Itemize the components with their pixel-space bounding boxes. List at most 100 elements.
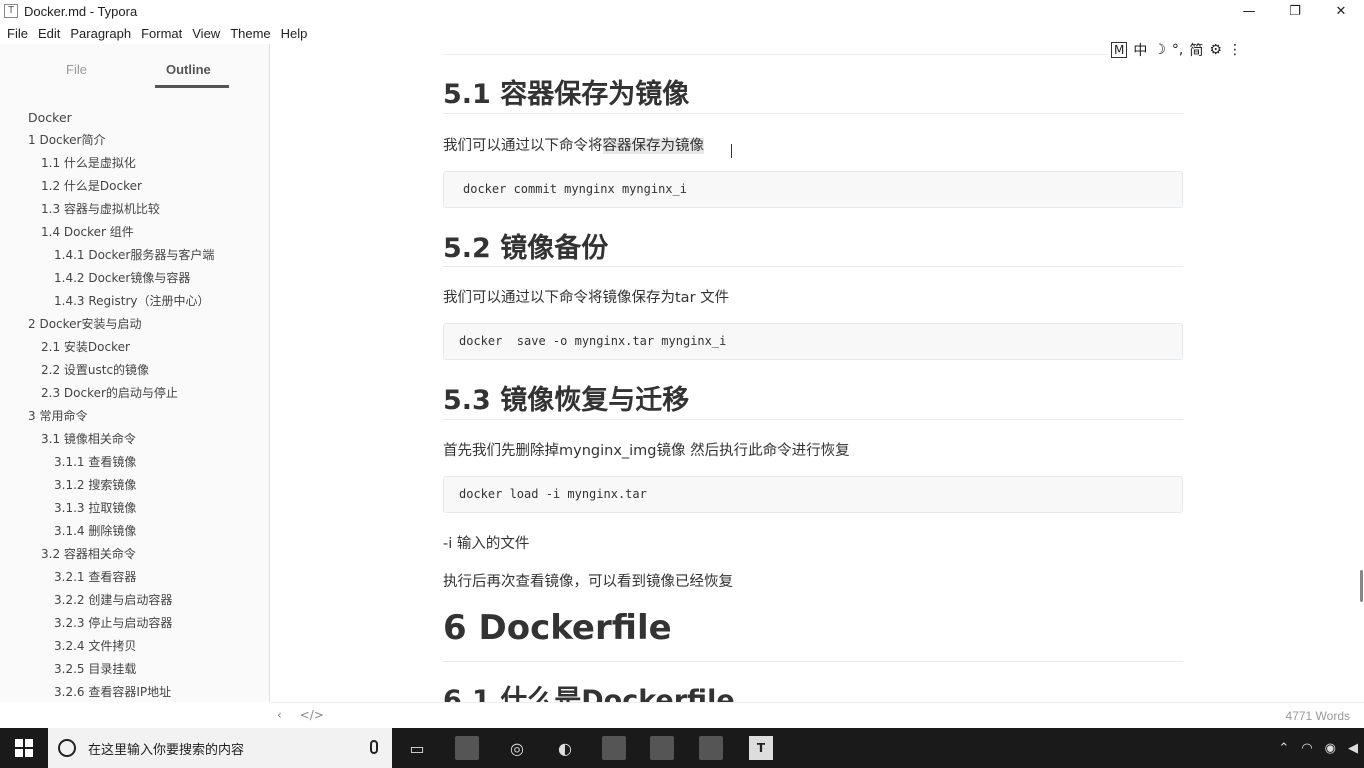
ime-chinese-toggle[interactable]: 中 [1133,40,1147,60]
window-controls: — ❐ ✕ [1226,0,1364,22]
word-count[interactable]: 4771 Words [1286,709,1350,723]
text-cursor [731,144,732,158]
paragraph-text: 我们可以通过以下命令将 [443,138,603,154]
menu-file[interactable]: File [2,26,33,41]
menu-format[interactable]: Format [136,26,187,41]
outline-item[interactable]: 3.2 容器相关命令 [0,543,269,566]
divider [443,54,1183,55]
windows-logo-icon [15,739,33,757]
paragraph-5-2[interactable]: 我们可以通过以下命令将镜像保存为tar 文件 [443,286,729,307]
tab-outline[interactable]: Outline [166,62,211,77]
active-tab-indicator [155,85,229,88]
edge-icon[interactable]: ◐ [553,736,577,760]
ime-mode-icon[interactable]: M [1111,42,1128,58]
outline-item[interactable]: 2 Docker安装与启动 [0,313,269,336]
heading-6-1[interactable]: 6.1 什么是Dockerfile [443,678,735,702]
outline-item[interactable]: 1.1 什么是虚拟化 [0,152,269,175]
typora-app-icon: T [4,4,18,18]
outline-item[interactable]: 3.2.4 文件拷贝 [0,635,269,658]
simplified-toggle[interactable]: 简 [1189,40,1203,60]
paragraph-restored[interactable]: 执行后再次查看镜像，可以看到镜像已经恢复 [443,570,733,591]
outline-list: Docker 1 Docker简介 1.1 什么是虚拟化 1.2 什么是Docker 1… [0,106,269,702]
heading-5-3[interactable]: 5.3 镜像恢复与迁移 [443,378,689,417]
outline-item[interactable]: 3.1.4 删除镜像 [0,520,269,543]
taskbar: 在这里输入你要搜索的内容 ▭ ◎ ◐ T ⌃ ◠ ◉ ◀ [0,728,1364,768]
editor-area[interactable]: 5.1 容器保存为镜像 我们可以通过以下命令将容器保存为镜像 docker co… [271,44,1364,702]
outline-item[interactable]: 1 Docker简介 [0,129,269,152]
toggle-sidebar-icon[interactable]: ‹ [277,708,282,722]
outline-item[interactable]: 1.4.1 Docker服务器与客户端 [0,244,269,267]
outline-item[interactable]: 2.2 设置ustc的镜像 [0,359,269,382]
outline-item[interactable]: 2.1 安装Docker [0,336,269,359]
start-button[interactable] [0,728,48,768]
system-tray: ⌃ ◠ ◉ ◀ [1272,728,1364,768]
outline-item[interactable]: 3.1.3 拉取镜像 [0,497,269,520]
menu-paragraph[interactable]: Paragraph [65,26,136,41]
typora-taskbar-icon[interactable]: T [749,736,773,760]
gear-icon[interactable]: ⚙ [1209,42,1222,58]
outline-item[interactable]: 3.2.6 查看容器IP地址 [0,681,269,702]
title-bar: T Docker.md - Typora — ❐ ✕ [0,0,1364,22]
volume-icon[interactable]: ◀ [1348,741,1358,756]
outline-item[interactable]: 3.1.2 搜索镜像 [0,474,269,497]
status-bar: ‹ </> 4771 Words [271,702,1364,728]
menu-view[interactable]: View [187,26,225,41]
outline-item[interactable]: 1.4 Docker 组件 [0,221,269,244]
heading-5-1[interactable]: 5.1 容器保存为镜像 [443,72,689,111]
cortana-icon [58,739,76,757]
taskbar-app-2-icon[interactable]: ◎ [505,736,529,760]
paragraph-input-file[interactable]: -i 输入的文件 [443,532,529,553]
outline-item[interactable]: 1.2 什么是Docker [0,175,269,198]
outline-item[interactable]: 1.4.2 Docker镜像与容器 [0,267,269,290]
outline-item[interactable]: 3.2.5 目录挂载 [0,658,269,681]
ime-toolbar: M 中 ☽ °, 简 ⚙ ⋮ [1108,40,1250,60]
heading-underline [443,113,1183,114]
sidebar-tabs: File Outline [0,44,269,100]
chevron-up-icon[interactable]: ⌃ [1278,741,1289,756]
minimize-button[interactable]: — [1226,0,1272,22]
maximize-button[interactable]: ❐ [1272,0,1318,22]
taskbar-app-1-icon[interactable] [455,736,479,760]
network-icon[interactable]: ◉ [1325,741,1336,756]
microphone-icon[interactable] [370,740,378,754]
menu-help[interactable]: Help [276,26,313,41]
outline-item[interactable]: 3.2.1 查看容器 [0,566,269,589]
menu-edit[interactable]: Edit [33,26,65,41]
wifi-icon[interactable]: ◠ [1301,741,1312,756]
moon-icon[interactable]: ☽ [1153,42,1166,58]
heading-5-2[interactable]: 5.2 镜像备份 [443,226,608,265]
outline-item[interactable]: 3.2.2 创建与启动容器 [0,589,269,612]
window-title: Docker.md - Typora [24,3,138,19]
outline-item[interactable]: 1.3 容器与虚拟机比较 [0,198,269,221]
code-block-save[interactable]: docker save -o mynginx.tar mynginx_i [443,323,1183,360]
heading-underline [443,661,1183,662]
taskbar-app-5-icon[interactable] [699,736,723,760]
code-block-load[interactable]: docker load -i mynginx.tar [443,476,1183,513]
outline-item[interactable]: 3.1 镜像相关命令 [0,428,269,451]
outline-item[interactable]: 3 常用命令 [0,405,269,428]
heading-underline [443,266,1183,267]
punctuation-toggle[interactable]: °, [1172,42,1183,58]
menu-theme[interactable]: Theme [225,26,275,41]
task-view-icon[interactable]: ▭ [405,736,429,760]
paragraph-5-3[interactable]: 首先我们先删除掉mynginx_img镜像 然后执行此命令进行恢复 [443,439,850,460]
taskbar-search[interactable]: 在这里输入你要搜索的内容 [48,728,392,768]
taskbar-app-4-icon[interactable] [650,736,674,760]
heading-6[interactable]: 6 Dockerfile [443,608,672,648]
outline-item[interactable]: 1.4.3 Registry（注册中心） [0,290,269,313]
heading-underline [443,419,1183,420]
outline-item[interactable]: Docker [0,106,269,129]
more-icon[interactable]: ⋮ [1228,42,1242,58]
highlighted-text: 容器保存为镜像 [602,138,704,154]
code-block-commit[interactable]: docker commit mynginx mynginx_i [443,171,1183,208]
outline-item[interactable]: 2.3 Docker的启动与停止 [0,382,269,405]
tab-file[interactable]: File [66,62,87,77]
outline-item[interactable]: 3.1.1 查看镜像 [0,451,269,474]
paragraph-5-1[interactable]: 我们可以通过以下命令将容器保存为镜像 [443,134,704,155]
scrollbar-thumb[interactable] [1360,570,1363,602]
search-placeholder: 在这里输入你要搜索的内容 [88,742,245,758]
outline-item[interactable]: 3.2.3 停止与启动容器 [0,612,269,635]
close-button[interactable]: ✕ [1318,0,1364,22]
source-code-mode-icon[interactable]: </> [300,708,324,722]
taskbar-app-3-icon[interactable] [602,736,626,760]
